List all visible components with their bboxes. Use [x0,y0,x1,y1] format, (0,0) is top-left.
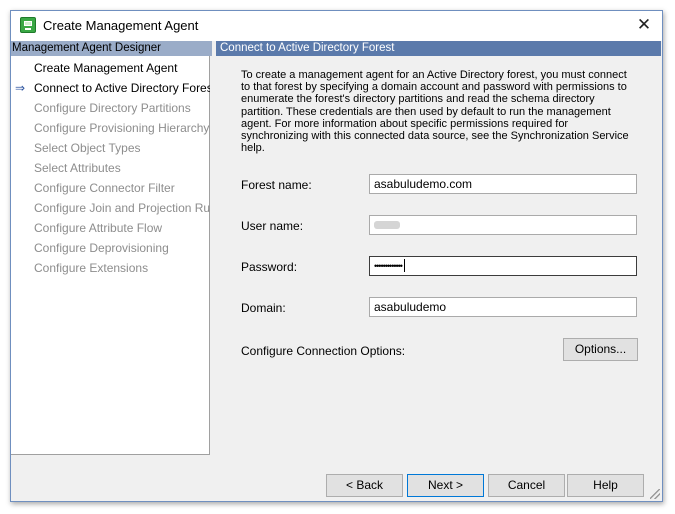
step-label: Create Management Agent [34,61,178,75]
create-management-agent-dialog: Create Management Agent ✕ Management Age… [10,10,663,502]
step-label: Configure Attribute Flow [34,221,163,235]
step-configure-join-projection: Configure Join and Projection Rules [11,200,225,220]
options-button[interactable]: Options... [563,338,638,361]
password-mask: ••••••••••••• [374,261,403,271]
step-label: Connect to Active Directory Forest [34,81,217,95]
connect-forest-page: To create a management agent for an Acti… [216,56,661,455]
close-icon[interactable]: ✕ [632,14,656,36]
step-configure-attribute-flow: Configure Attribute Flow [11,220,209,240]
help-button[interactable]: Help [567,474,644,497]
page-header: Connect to Active Directory Forest [216,41,661,56]
step-label: Configure Extensions [34,261,149,275]
domain-input[interactable] [369,297,637,317]
step-configure-directory-partitions: Configure Directory Partitions [11,100,209,120]
resize-grip-icon[interactable] [650,489,660,499]
forest-name-input[interactable] [369,174,637,194]
cancel-button[interactable]: Cancel [488,474,565,497]
step-label: Configure Directory Partitions [34,101,191,115]
button-bar: < Back Next > Cancel Help [11,464,662,501]
step-connect-to-forest[interactable]: ⇒ Connect to Active Directory Forest [11,80,216,100]
next-button[interactable]: Next > [407,474,484,497]
step-select-attributes: Select Attributes [11,160,209,180]
step-configure-extensions: Configure Extensions [11,260,209,280]
redacted-value [374,221,400,229]
step-configure-provisioning-hierarchy: Configure Provisioning Hierarchy [11,120,209,140]
step-list: Create Management Agent ⇒ Connect to Act… [11,56,225,280]
window-title: Create Management Agent [43,18,199,33]
title-bar: Create Management Agent ✕ [11,11,662,41]
step-configure-deprovisioning: Configure Deprovisioning [11,240,209,260]
back-button[interactable]: < Back [326,474,403,497]
step-configure-connector-filter: Configure Connector Filter [11,180,209,200]
password-label: Password: [241,260,298,274]
connection-options-label: Configure Connection Options: [241,344,406,358]
app-icon [20,17,36,33]
step-label: Configure Provisioning Hierarchy [34,121,210,135]
forest-name-label: Forest name: [241,178,312,192]
step-select-object-types: Select Object Types [11,140,209,160]
step-label: Configure Join and Projection Rules [34,201,226,215]
right-arrow-icon: ⇒ [15,81,26,95]
step-label: Configure Connector Filter [34,181,175,195]
step-list-panel: Create Management Agent ⇒ Connect to Act… [11,56,225,455]
user-name-label: User name: [241,219,304,233]
text-caret [403,259,405,273]
step-create-management-agent[interactable]: Create Management Agent [11,60,209,80]
domain-label: Domain: [241,301,286,315]
step-label: Select Attributes [34,161,121,175]
intro-text: To create a management agent for an Acti… [241,69,629,155]
step-label: Select Object Types [34,141,141,155]
step-label: Configure Deprovisioning [34,241,169,255]
password-input[interactable]: ••••••••••••• [369,256,637,276]
designer-header: Management Agent Designer [11,41,212,56]
user-name-input[interactable] [369,215,637,235]
